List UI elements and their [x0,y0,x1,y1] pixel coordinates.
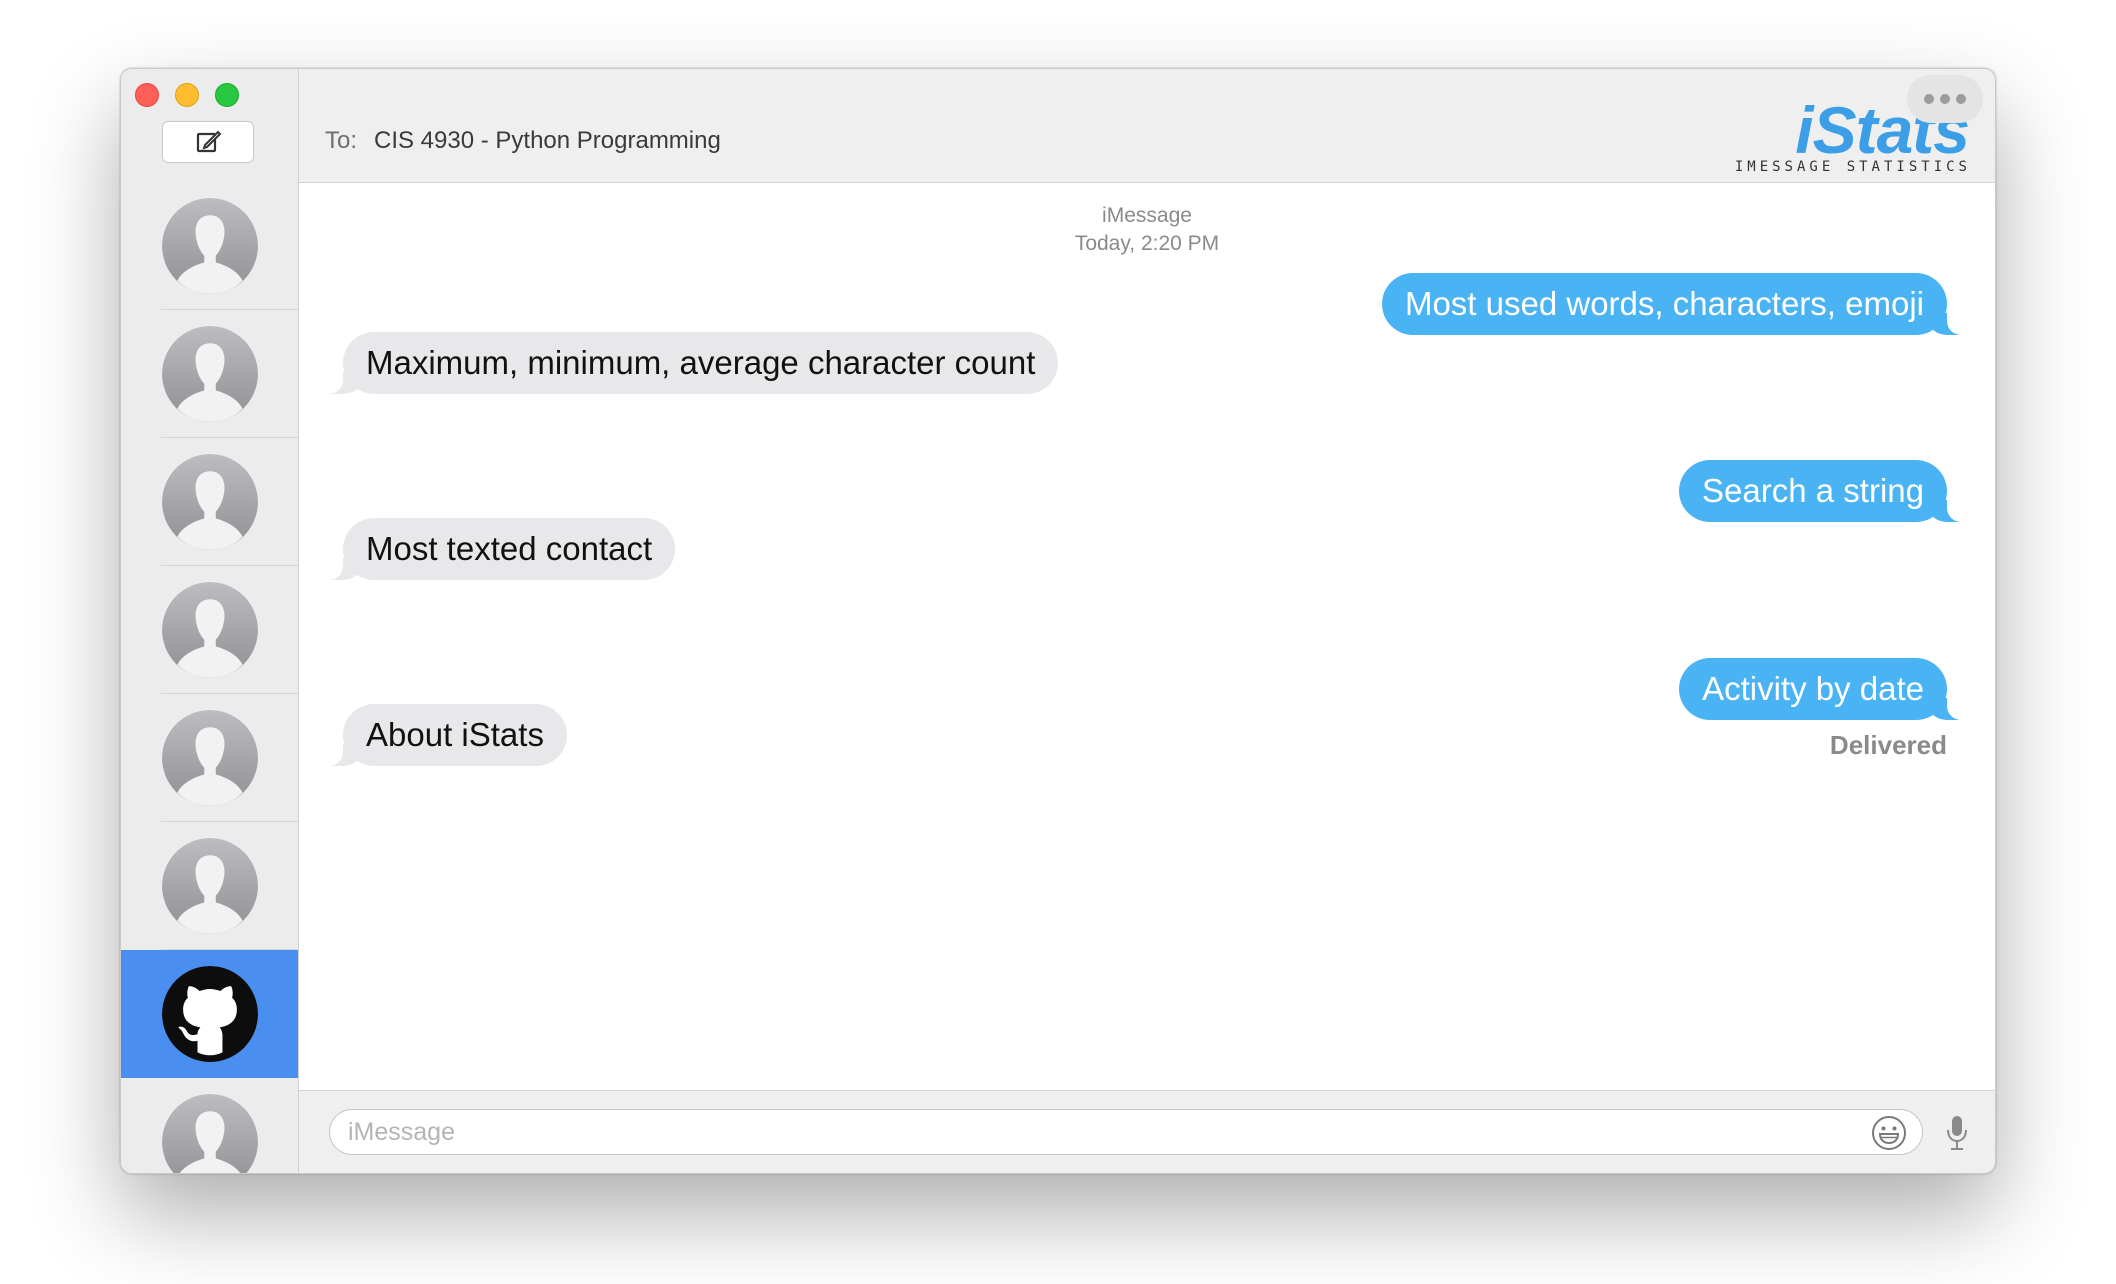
emoji-icon[interactable] [1871,1115,1907,1151]
default-person-avatar-icon [161,838,258,934]
outgoing-message-bubble[interactable]: Activity by date [1679,658,1973,720]
conversation-item[interactable] [121,438,298,566]
istats-logo-subtitle: IMESSAGE STATISTICS [1734,159,1971,175]
maximize-window-button[interactable] [215,83,239,107]
default-person-avatar-icon [161,454,258,550]
default-person-avatar-icon [161,710,258,806]
conversation-header: To: CIS 4930 - Python Programming iStats… [299,69,1995,183]
outgoing-message-bubble[interactable]: Most used words, characters, emoji [1381,273,1974,335]
incoming-message-bubble[interactable]: About iStats [317,704,567,766]
conversation-item[interactable] [121,566,298,694]
more-dots-icon[interactable] [1907,75,1983,123]
close-window-button[interactable] [135,83,159,107]
default-person-avatar-icon [161,1094,258,1173]
compose-button[interactable] [162,121,254,163]
message-input[interactable] [329,1109,1923,1155]
microphone-icon[interactable] [1945,1113,1969,1153]
incoming-message-bubble[interactable]: Maximum, minimum, average character coun… [316,332,1059,394]
compose-icon [196,130,222,153]
timestamp: Today, 2:20 PM [1074,232,1220,255]
message-transcript: iMessage Today, 2:20 PM Most used words,… [299,183,1995,1091]
conversation-item[interactable] [121,694,298,822]
conversation-item-selected[interactable] [121,950,298,1078]
to-label: To: [325,127,358,154]
sidebar [121,69,299,1173]
default-person-avatar-icon [161,198,258,294]
delivered-status: Delivered [1829,730,1947,760]
window-controls [135,83,239,107]
incoming-message-bubble[interactable]: Most texted contact [316,518,676,580]
compose-bar [299,1090,1995,1173]
default-person-avatar-icon [161,582,258,678]
messages-window: To: CIS 4930 - Python Programming iStats… [120,68,1996,1174]
github-avatar-icon [161,966,258,1062]
conversation-item[interactable] [121,182,298,310]
outgoing-message-bubble[interactable]: Search a string [1679,460,1973,522]
conversation-item[interactable] [121,822,298,950]
recipient-field[interactable]: CIS 4930 - Python Programming [374,127,721,155]
conversation-list [121,182,298,1173]
service-label: iMessage [1102,204,1192,227]
default-person-avatar-icon [161,326,258,422]
conversation-item[interactable] [121,310,298,438]
conversation-item[interactable] [121,1078,298,1173]
minimize-window-button[interactable] [175,83,199,107]
